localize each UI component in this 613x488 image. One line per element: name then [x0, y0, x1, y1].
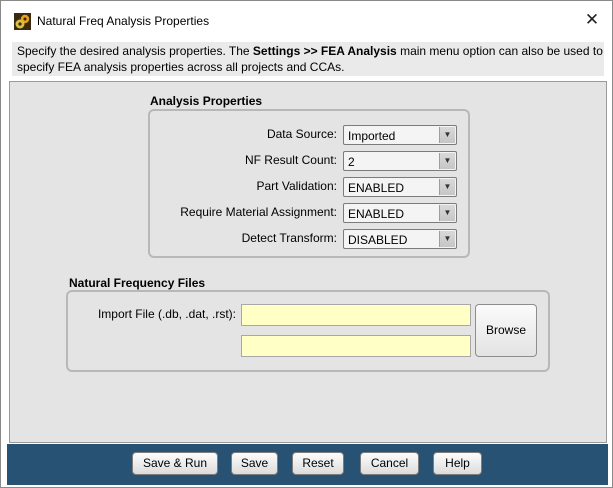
chevron-down-icon: ▼	[439, 231, 455, 247]
import-file-input-1[interactable]	[241, 304, 471, 326]
dialog-window: Natural Freq Analysis Properties ✕ Speci…	[0, 0, 613, 488]
chevron-down-icon: ▼	[439, 153, 455, 169]
analysis-properties-heading: Analysis Properties	[150, 94, 263, 108]
natural-frequency-files-heading: Natural Frequency Files	[69, 276, 206, 290]
footer-bar: Save & Run Save Reset Cancel Help	[7, 444, 608, 485]
data-source-value: Imported	[348, 129, 396, 143]
nf-result-count-select[interactable]: 2 ▼	[343, 151, 457, 171]
require-material-label: Require Material Assignment:	[180, 205, 337, 219]
title-bar: Natural Freq Analysis Properties ✕	[1, 1, 612, 37]
description-part2: main menu option can also be used to	[396, 44, 603, 58]
help-button[interactable]: Help	[433, 452, 482, 475]
chevron-down-icon: ▼	[439, 205, 455, 221]
description-line2: specify FEA analysis properties across a…	[17, 60, 345, 74]
require-material-value: ENABLED	[348, 207, 405, 221]
part-validation-value: ENABLED	[348, 181, 405, 195]
data-source-select[interactable]: Imported ▼	[343, 125, 457, 145]
nf-result-count-label: NF Result Count:	[244, 153, 337, 167]
data-source-label: Data Source:	[266, 127, 337, 141]
close-icon[interactable]: ✕	[581, 9, 603, 31]
detect-transform-value: DISABLED	[348, 233, 408, 247]
browse-button[interactable]: Browse	[475, 304, 537, 357]
main-panel: Analysis Properties Data Source: Importe…	[9, 81, 607, 443]
save-and-run-button[interactable]: Save & Run	[132, 452, 218, 475]
description-text: Specify the desired analysis properties.…	[12, 42, 604, 76]
import-file-input-2[interactable]	[241, 335, 471, 357]
analysis-properties-group: Data Source: Imported ▼ NF Result Count:…	[148, 109, 470, 258]
detect-transform-label: Detect Transform:	[241, 231, 337, 245]
description-emphasis: Settings >> FEA Analysis	[252, 44, 397, 58]
cancel-button[interactable]: Cancel	[360, 452, 419, 475]
part-validation-label: Part Validation:	[256, 179, 338, 193]
import-file-label: Import File (.db, .dat, .rst):	[97, 307, 236, 321]
chevron-down-icon: ▼	[439, 179, 455, 195]
window-title: Natural Freq Analysis Properties	[37, 14, 210, 28]
reset-button[interactable]: Reset	[292, 452, 344, 475]
description-part1: Specify the desired analysis properties.…	[17, 44, 253, 58]
save-button[interactable]: Save	[231, 452, 278, 475]
nf-result-count-value: 2	[348, 155, 355, 169]
detect-transform-select[interactable]: DISABLED ▼	[343, 229, 457, 249]
part-validation-select[interactable]: ENABLED ▼	[343, 177, 457, 197]
gears-icon	[14, 13, 31, 30]
require-material-select[interactable]: ENABLED ▼	[343, 203, 457, 223]
chevron-down-icon: ▼	[439, 127, 455, 143]
